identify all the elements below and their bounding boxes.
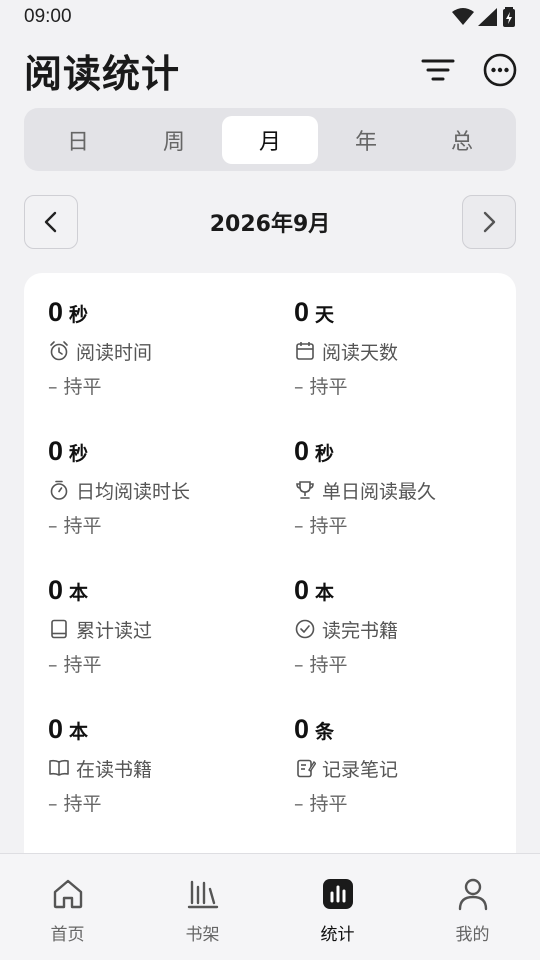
- nav-item-stats[interactable]: 统计: [288, 874, 388, 945]
- stat-reading-days: 0天 阅读天数 – 持平: [294, 297, 514, 407]
- stat-unit: 天: [315, 304, 335, 326]
- check-circle-icon: [295, 619, 315, 639]
- tab-total[interactable]: 总: [414, 116, 510, 164]
- period-label: 2026年9月: [209, 212, 331, 237]
- timer-icon: [50, 480, 68, 500]
- stat-unit: 秒: [315, 443, 335, 465]
- tab-year[interactable]: 年: [318, 116, 414, 164]
- next-period-button[interactable]: [461, 195, 516, 249]
- stats-icon: [322, 879, 353, 909]
- period-navigator: 2026年9月: [24, 195, 516, 249]
- stat-trend: – 持平: [48, 514, 102, 537]
- stat-value: 0: [294, 436, 310, 466]
- nav-item-home[interactable]: 首页: [18, 874, 118, 945]
- chevron-left-icon: [44, 211, 57, 233]
- stat-value: 0: [48, 575, 64, 605]
- note-icon: [297, 759, 316, 778]
- stat-label: 在读书籍: [76, 758, 153, 781]
- page-title: 阅读统计: [24, 51, 181, 96]
- stat-unit: 本: [69, 721, 89, 743]
- previous-period-button[interactable]: [24, 195, 78, 249]
- stat-trend: – 持平: [294, 792, 348, 815]
- home-icon: [53, 879, 82, 909]
- stat-value: 0: [294, 575, 310, 605]
- more-icon: [483, 53, 517, 87]
- bookshelf-icon: [187, 880, 218, 909]
- stat-label: 单日阅读最久: [322, 480, 437, 503]
- stat-books-reading: 0本 在读书籍 – 持平: [48, 714, 268, 824]
- stat-trend: – 持平: [294, 653, 348, 676]
- nav-item-bookshelf[interactable]: 书架: [153, 874, 253, 945]
- stat-trend: – 持平: [48, 792, 102, 815]
- bottom-nav: 首页 书架 统计 我的: [0, 853, 540, 960]
- filter-button[interactable]: [420, 52, 456, 88]
- status-time: 09:00: [24, 6, 72, 27]
- tab-week[interactable]: 周: [126, 116, 222, 164]
- stat-value: 0: [48, 714, 64, 744]
- status-bar: 09:00: [0, 0, 540, 34]
- header: 阅读统计: [24, 40, 518, 100]
- header-actions: [420, 52, 518, 88]
- signal-icon: [478, 8, 497, 26]
- stat-trend: – 持平: [294, 375, 348, 398]
- period-tabs: 日 周 月 年 总: [24, 108, 516, 171]
- stat-value: 0: [48, 297, 64, 327]
- stat-value: 0: [48, 436, 64, 466]
- stats-card: 0秒 阅读时间 – 持平 0天 阅读天数 – 持平 0秒 日均阅读时长 – 持平…: [24, 273, 516, 873]
- nav-label: 我的: [455, 925, 490, 945]
- stat-unit: 秒: [69, 304, 89, 326]
- stat-trend: – 持平: [294, 514, 348, 537]
- stat-trend: – 持平: [48, 653, 102, 676]
- stat-notes: 0条 记录笔记 – 持平: [294, 714, 514, 824]
- filter-icon: [421, 59, 455, 81]
- stat-label: 累计读过: [76, 619, 153, 642]
- tab-month[interactable]: 月: [222, 115, 318, 164]
- stat-label: 阅读时间: [76, 341, 153, 364]
- more-button[interactable]: [482, 52, 518, 88]
- stat-label: 读完书籍: [322, 619, 399, 642]
- stat-longest-day: 0秒 单日阅读最久 – 持平: [294, 436, 514, 546]
- book-icon: [51, 619, 67, 639]
- stat-books-finished: 0本 读完书籍 – 持平: [294, 575, 514, 685]
- battery-icon: [503, 7, 515, 27]
- open-book-icon: [49, 759, 69, 776]
- stat-unit: 本: [69, 582, 89, 604]
- stat-label: 记录笔记: [322, 758, 399, 781]
- calendar-icon: [296, 342, 314, 360]
- profile-icon: [458, 878, 487, 911]
- stat-value: 0: [294, 297, 310, 327]
- status-icons: [452, 7, 516, 27]
- stat-label: 日均阅读时长: [76, 480, 191, 503]
- stat-unit: 条: [315, 721, 335, 743]
- chevron-right-icon: [483, 211, 496, 233]
- wifi-icon: [452, 8, 474, 25]
- stat-label: 阅读天数: [322, 341, 399, 364]
- tab-day[interactable]: 日: [30, 116, 126, 164]
- stat-daily-average: 0秒 日均阅读时长 – 持平: [48, 436, 268, 546]
- nav-label: 书架: [185, 925, 220, 945]
- stat-value: 0: [294, 714, 310, 744]
- stat-books-read: 0本 累计读过 – 持平: [48, 575, 268, 685]
- stat-reading-time: 0秒 阅读时间 – 持平: [48, 297, 268, 407]
- stat-unit: 本: [315, 582, 335, 604]
- nav-item-profile[interactable]: 我的: [423, 874, 523, 945]
- trophy-icon: [296, 481, 314, 499]
- alarm-icon: [50, 341, 68, 361]
- nav-label: 统计: [320, 925, 355, 945]
- stat-unit: 秒: [69, 443, 89, 465]
- stat-trend: – 持平: [48, 375, 102, 398]
- nav-label: 首页: [50, 925, 85, 945]
